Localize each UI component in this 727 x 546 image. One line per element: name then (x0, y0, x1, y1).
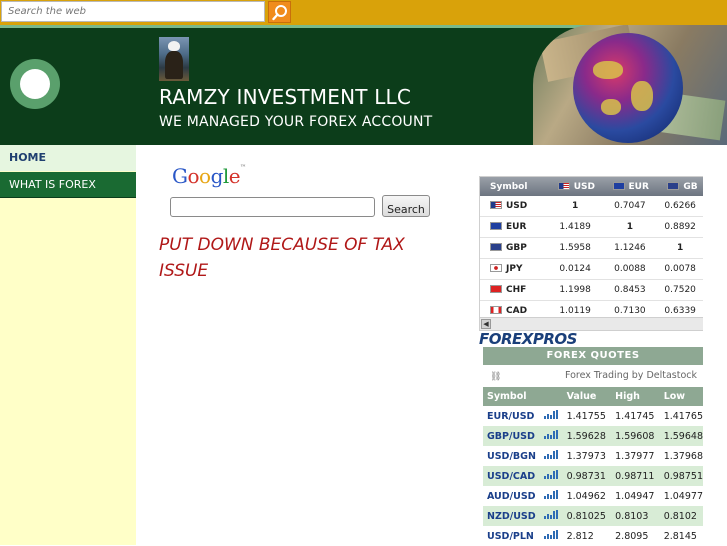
quote-pair-link[interactable]: GBP/USD (483, 426, 540, 446)
col-gbp: GB (657, 177, 703, 196)
chart-icon[interactable] (543, 530, 558, 539)
link-icon: ⛓ (490, 372, 502, 382)
quote-pair-link[interactable]: USD/BGN (483, 446, 540, 466)
tax-notice: PUT DOWN BECAUSE OF TAX ISSUE (159, 235, 405, 281)
canada-flag-icon (490, 306, 502, 314)
col-eur: EUR (602, 177, 658, 196)
magnifier-icon (272, 5, 287, 21)
nav-item-label: WHAT IS FOREX (9, 178, 96, 191)
us-flag-icon (557, 181, 570, 190)
company-name: RAMZY INVESTMENT LLC (159, 85, 412, 109)
site-header: RAMZY INVESTMENT LLC WE MANAGED YOUR FOR… (0, 25, 727, 145)
scroll-left-icon[interactable]: ◀ (481, 319, 491, 329)
quote-row: USD/PLN 2.812 2.8095 2.8145 (483, 526, 703, 546)
nav-item-home[interactable]: HOME (0, 145, 136, 171)
uk-flag-icon (490, 243, 502, 251)
cross-rate-row: USD 1 0.7047 0.6266 (480, 196, 703, 217)
chart-icon[interactable] (543, 490, 558, 499)
chart-icon[interactable] (543, 470, 558, 479)
circle-logo (10, 59, 60, 109)
google-logo: Google™ (172, 164, 246, 188)
cross-rate-row: EUR 1.4189 1 0.8892 (480, 216, 703, 238)
forex-quotes-title: FOREX QUOTES (483, 347, 703, 365)
globe-banner-image (533, 25, 727, 145)
japan-flag-icon (490, 264, 502, 272)
top-search-bar (0, 0, 727, 25)
quote-row: USD/BGN 1.37973 1.37977 1.37968 (483, 446, 703, 466)
cross-rate-row: GBP 1.5958 1.1246 1 (480, 237, 703, 259)
forex-quotes-table: Symbol Value High Low EUR/USD 1.41755 1.… (483, 387, 703, 546)
chart-icon[interactable] (543, 410, 558, 419)
forex-quotes-sponsor-bar: ⛓ Forex Trading by Deltastock (483, 366, 703, 386)
horizontal-scrollbar[interactable]: ◀ (480, 317, 703, 330)
col-usd: USD (547, 177, 603, 196)
uk-flag-icon (667, 181, 680, 190)
forexpros-logo[interactable]: FOREXPROS (479, 330, 577, 348)
quote-row: USD/CAD 0.98731 0.98711 0.98751 (483, 466, 703, 486)
cross-rates-widget: Symbol USD EUR GB USD 1 0.7047 0.6266 EU… (479, 176, 703, 331)
chart-icon[interactable] (543, 450, 558, 459)
quote-row: EUR/USD 1.41755 1.41745 1.41765 (483, 406, 703, 426)
quote-row: AUD/USD 1.04962 1.04947 1.04977 (483, 486, 703, 506)
search-button[interactable] (268, 1, 291, 23)
cross-rate-row: CHF 1.1998 0.8453 0.7520 (480, 279, 703, 301)
quote-pair-link[interactable]: AUD/USD (483, 486, 540, 506)
eagle-photo (159, 37, 189, 81)
nav-item-what-is-forex[interactable]: WHAT IS FOREX (0, 172, 136, 198)
forex-quotes-header: Symbol Value High Low (483, 387, 703, 406)
google-search-button[interactable]: Search (382, 195, 430, 217)
swiss-flag-icon (490, 285, 502, 293)
quote-pair-link[interactable]: EUR/USD (483, 406, 540, 426)
nav-item-label: HOME (9, 151, 47, 164)
sidebar: HOME WHAT IS FOREX (0, 145, 136, 545)
cross-rate-row: JPY 0.0124 0.0088 0.0078 (480, 258, 703, 280)
company-tagline: WE MANAGED YOUR FOREX ACCOUNT (159, 114, 433, 130)
eu-flag-icon (490, 222, 502, 230)
google-search-input[interactable] (170, 197, 375, 217)
quote-pair-link[interactable]: USD/CAD (483, 466, 540, 486)
web-search-input[interactable] (1, 1, 265, 22)
us-flag-icon (490, 201, 502, 209)
chart-icon[interactable] (543, 430, 558, 439)
content-mask (137, 217, 479, 231)
eu-flag-icon (612, 181, 625, 190)
cross-rates-header: Symbol USD EUR GB (480, 177, 703, 196)
chart-icon[interactable] (543, 510, 558, 519)
col-symbol: Symbol (480, 177, 548, 196)
sponsor-link[interactable]: Forex Trading by Deltastock (565, 370, 697, 381)
quote-row: GBP/USD 1.59628 1.59608 1.59648 (483, 426, 703, 446)
quote-pair-link[interactable]: USD/PLN (483, 526, 540, 546)
quote-row: NZD/USD 0.81025 0.8103 0.8102 (483, 506, 703, 526)
quote-pair-link[interactable]: NZD/USD (483, 506, 540, 526)
globe-icon (573, 33, 683, 143)
